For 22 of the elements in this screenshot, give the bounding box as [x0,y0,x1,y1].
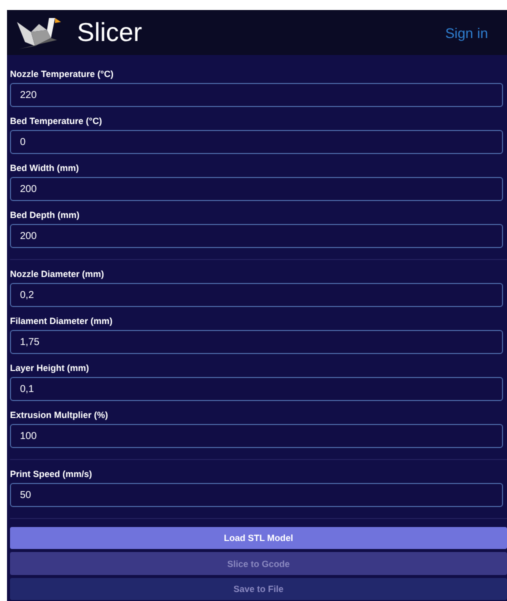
input-field[interactable]: 0,2 [10,283,503,307]
field-label: Bed Depth (mm) [10,210,80,220]
load-button[interactable]: Load STL Model [10,527,507,549]
input-field[interactable]: 200 [10,224,503,248]
field-label: Extrusion Multplier (%) [10,410,110,420]
field-label: Bed Temperature (°C) [10,116,103,126]
input-field[interactable]: 0 [10,130,503,154]
field-label: Layer Height (mm) [10,363,90,373]
input-field[interactable]: 50 [10,483,503,507]
field-label: Nozzle Diameter (mm) [10,269,106,279]
field-label: Bed Width (mm) [10,163,80,173]
field-label: Print Speed (mm/s) [10,469,94,479]
app-title: Slicer [77,17,142,48]
input-field[interactable]: 220 [10,83,503,107]
input-field[interactable]: 1,75 [10,330,503,354]
field-label: Nozzle Temperature (°C) [10,69,114,79]
input-field[interactable]: 200 [10,177,503,201]
sign-in-link[interactable]: Sign in [445,24,488,40]
field-label: Filament Diameter (mm) [10,316,114,326]
input-field[interactable]: 100 [10,424,503,448]
bird-logo-icon [17,16,63,50]
input-field[interactable]: 0,1 [10,377,503,401]
